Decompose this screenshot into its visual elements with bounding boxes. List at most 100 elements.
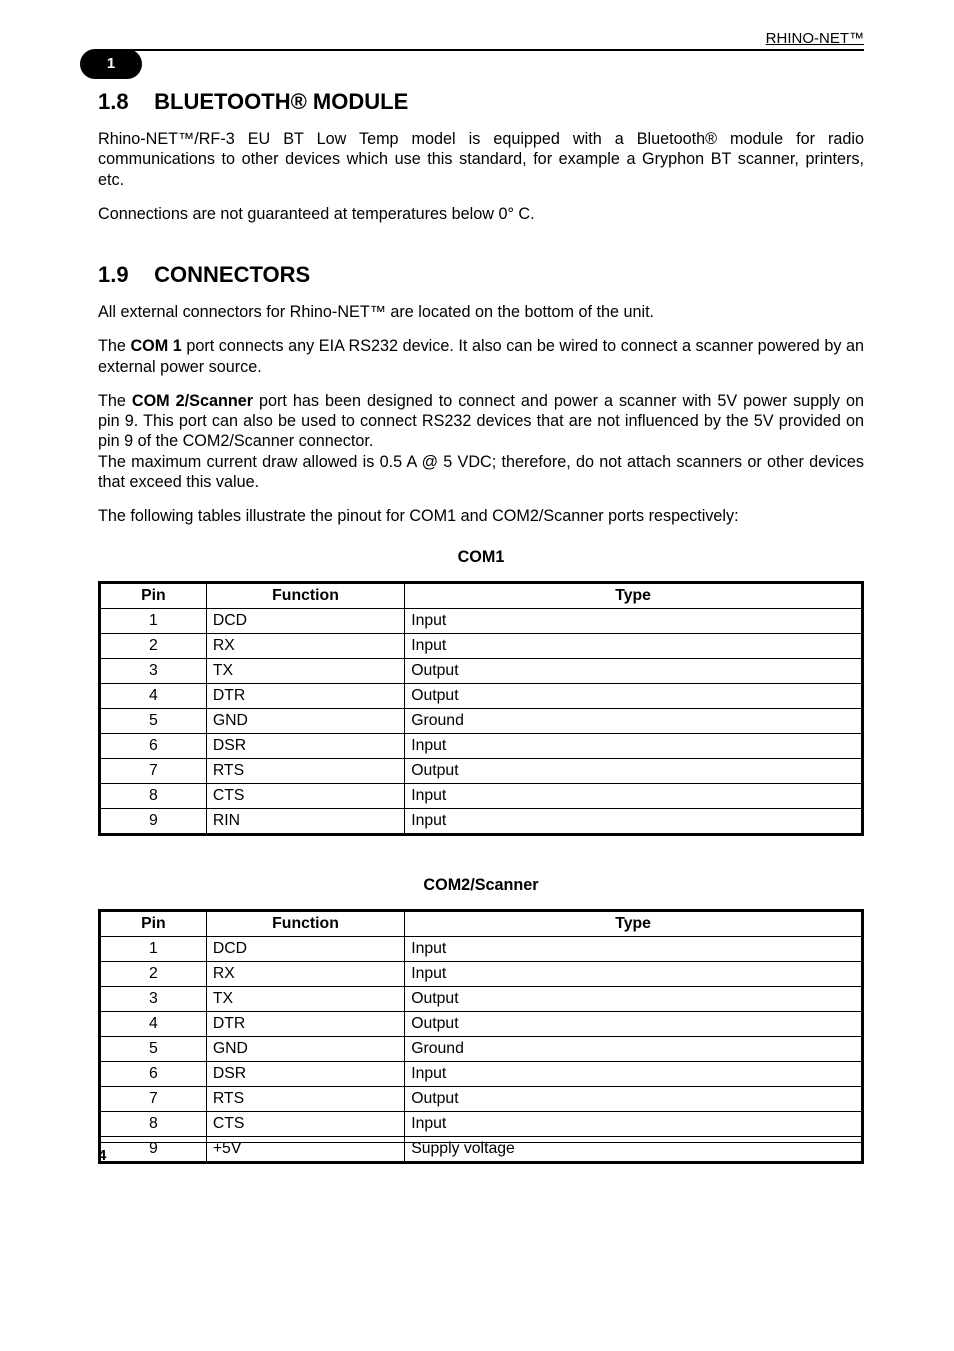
section-number: 1.8 — [98, 89, 148, 115]
td-function: RTS — [206, 1087, 404, 1112]
td-pin: 4 — [100, 1012, 207, 1037]
td-pin: 8 — [100, 1112, 207, 1137]
td-function: TX — [206, 987, 404, 1012]
td-pin: 8 — [100, 784, 207, 809]
th-pin: Pin — [100, 911, 207, 937]
page-number: 4 — [98, 1147, 864, 1164]
td-type: Input — [405, 784, 863, 809]
td-type: Output — [405, 1087, 863, 1112]
td-function: DSR — [206, 734, 404, 759]
td-type: Input — [405, 609, 863, 634]
td-type: Ground — [405, 1037, 863, 1062]
th-function: Function — [206, 583, 404, 609]
td-function: CTS — [206, 1112, 404, 1137]
section-title: CONNECTORS — [154, 262, 310, 287]
table-row: 7RTSOutput — [100, 1087, 863, 1112]
body-paragraph: Rhino-NET™/RF-3 EU BT Low Temp model is … — [98, 129, 864, 190]
td-pin: 1 — [100, 609, 207, 634]
td-type: Input — [405, 1112, 863, 1137]
header-rule — [98, 49, 864, 51]
body-paragraph: All external connectors for Rhino-NET™ a… — [98, 302, 864, 322]
table-row: 6DSRInput — [100, 1062, 863, 1087]
td-pin: 9 — [100, 809, 207, 835]
td-pin: 3 — [100, 987, 207, 1012]
header-product: RHINO-NET™ — [98, 30, 864, 47]
td-pin: 5 — [100, 1037, 207, 1062]
body-paragraph: Connections are not guaranteed at temper… — [98, 204, 864, 224]
td-type: Output — [405, 987, 863, 1012]
table-title-com2: COM2/Scanner — [98, 876, 864, 895]
table-row: 4DTROutput — [100, 1012, 863, 1037]
table-row: 7RTSOutput — [100, 759, 863, 784]
td-type: Input — [405, 962, 863, 987]
td-function: RTS — [206, 759, 404, 784]
body-paragraph: The maximum current draw allowed is 0.5 … — [98, 452, 864, 493]
bold-term: COM 2/Scanner — [132, 392, 253, 410]
td-pin: 6 — [100, 1062, 207, 1087]
text-span: port connects any EIA RS232 device. It a… — [98, 337, 864, 375]
text-span: The — [98, 392, 132, 410]
td-pin: 7 — [100, 1087, 207, 1112]
table-header-row: Pin Function Type — [100, 911, 863, 937]
td-type: Output — [405, 684, 863, 709]
table-row: 3TXOutput — [100, 987, 863, 1012]
td-function: TX — [206, 659, 404, 684]
bold-term: COM 1 — [130, 337, 181, 355]
td-function: DCD — [206, 609, 404, 634]
td-function: DTR — [206, 684, 404, 709]
td-pin: 2 — [100, 962, 207, 987]
td-function: RIN — [206, 809, 404, 835]
body-paragraph: The COM 2/Scanner port has been designed… — [98, 391, 864, 452]
td-function: RX — [206, 962, 404, 987]
td-pin: 7 — [100, 759, 207, 784]
td-function: DCD — [206, 937, 404, 962]
td-function: RX — [206, 634, 404, 659]
td-pin: 2 — [100, 634, 207, 659]
chapter-badge: 1 — [80, 49, 142, 79]
table-row: 8CTSInput — [100, 784, 863, 809]
td-type: Ground — [405, 709, 863, 734]
table-row: 3TXOutput — [100, 659, 863, 684]
td-pin: 5 — [100, 709, 207, 734]
td-function: DTR — [206, 1012, 404, 1037]
table-row: 5GNDGround — [100, 709, 863, 734]
footer-rule — [98, 1142, 864, 1143]
section-heading-bluetooth: 1.8 BLUETOOTH® MODULE — [98, 89, 864, 115]
td-type: Input — [405, 809, 863, 835]
td-function: DSR — [206, 1062, 404, 1087]
td-type: Output — [405, 659, 863, 684]
table-row: 8CTSInput — [100, 1112, 863, 1137]
table-row: 4DTROutput — [100, 684, 863, 709]
table-header-row: Pin Function Type — [100, 583, 863, 609]
section-heading-connectors: 1.9 CONNECTORS — [98, 262, 864, 288]
table-row: 6DSRInput — [100, 734, 863, 759]
th-function: Function — [206, 911, 404, 937]
section-title: BLUETOOTH® MODULE — [154, 89, 408, 114]
th-type: Type — [405, 911, 863, 937]
table-row: 1DCDInput — [100, 609, 863, 634]
body-paragraph: The COM 1 port connects any EIA RS232 de… — [98, 336, 864, 377]
text-span: The — [98, 337, 130, 355]
th-pin: Pin — [100, 583, 207, 609]
td-type: Input — [405, 1062, 863, 1087]
table-row: 1DCDInput — [100, 937, 863, 962]
td-pin: 1 — [100, 937, 207, 962]
td-pin: 6 — [100, 734, 207, 759]
td-type: Output — [405, 1012, 863, 1037]
footer: 4 — [98, 1134, 864, 1164]
td-pin: 3 — [100, 659, 207, 684]
table-row: 9RINInput — [100, 809, 863, 835]
td-type: Input — [405, 734, 863, 759]
table-com1: Pin Function Type 1DCDInput 2RXInput 3TX… — [98, 581, 864, 836]
section-number: 1.9 — [98, 262, 148, 288]
table-title-com1: COM1 — [98, 548, 864, 567]
td-function: GND — [206, 709, 404, 734]
td-function: GND — [206, 1037, 404, 1062]
td-function: CTS — [206, 784, 404, 809]
td-type: Output — [405, 759, 863, 784]
table-row: 5GNDGround — [100, 1037, 863, 1062]
td-pin: 4 — [100, 684, 207, 709]
body-paragraph: The following tables illustrate the pino… — [98, 506, 864, 526]
td-type: Input — [405, 937, 863, 962]
table-row: 2RXInput — [100, 962, 863, 987]
